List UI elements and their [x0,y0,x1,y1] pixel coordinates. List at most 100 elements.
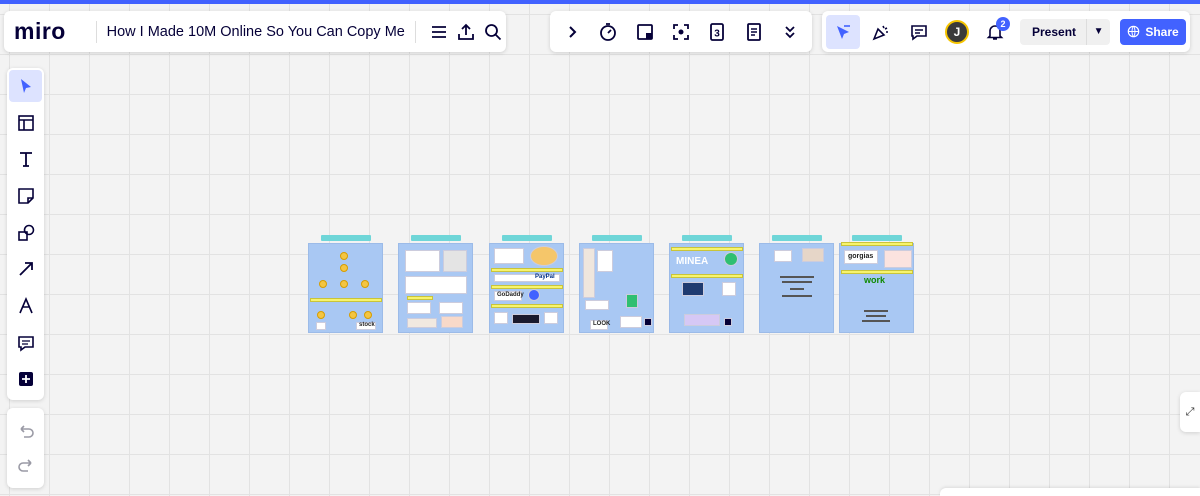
frame-5[interactable]: MINEA [669,243,744,333]
logo-thumbnail [528,289,540,301]
diagram-node [340,264,348,272]
diagram-node [364,311,372,319]
section-bar [841,242,913,246]
section-bar [407,296,433,300]
sticky-upload-icon[interactable] [628,15,662,49]
minimap-toggle-icon[interactable]: ⤢ [1180,392,1200,432]
text-line [866,315,886,317]
image-thumbnail [439,302,463,314]
logo-thumbnail: LOOK [590,320,611,330]
logo-thumbnail [316,322,326,330]
frame-2[interactable] [398,243,473,333]
section-bar [491,304,563,308]
section-bar [310,298,382,302]
chevron-right-icon[interactable] [555,15,589,49]
logo-text: gorgias [848,253,874,260]
search-icon[interactable] [479,15,506,49]
diagram-node [317,311,325,319]
diagram-node [340,252,348,260]
text-line [782,295,812,297]
image-thumbnail [544,312,558,324]
creation-toolbar [7,68,44,400]
divider [95,20,97,43]
history-panel [7,408,44,488]
frame-1[interactable]: stock [308,243,383,333]
logo-thumbnail: work [862,275,892,286]
image-thumbnail [682,282,704,296]
image-thumbnail [407,302,431,314]
frame-7-title[interactable] [852,235,902,241]
frame-6[interactable] [759,243,834,333]
logo-thumbnail [774,250,792,262]
icon-thumbnail [724,318,732,326]
image-thumbnail [405,276,467,294]
board-header-panel: miro How I Made 10M Online So You Can Co… [4,11,506,52]
redo-icon[interactable] [9,448,43,482]
image-thumbnail [494,248,524,264]
icon-thumbnail [644,318,652,326]
frame-1-title[interactable] [321,235,371,241]
notification-count-badge: 2 [996,16,1010,31]
share-button[interactable]: Share [1120,18,1187,45]
frame-5-title[interactable] [682,235,732,241]
notes-icon[interactable] [737,15,771,49]
text-icon[interactable] [9,143,42,175]
text-line [862,320,890,322]
avatar: J [945,19,969,44]
logo-text: work [864,275,886,285]
frame-3-title[interactable] [502,235,552,241]
image-thumbnail [583,248,595,298]
frame-2-title[interactable] [411,235,461,241]
present-button[interactable]: Present ▼ [1020,18,1111,45]
bottom-panel [940,488,1200,496]
logo-text: PayPal [535,274,555,280]
menu-icon[interactable] [426,15,453,49]
section-bar [671,274,743,278]
text-line [780,276,814,278]
notifications-button[interactable]: 2 [978,15,1012,49]
text-line [864,310,888,312]
select-icon[interactable] [9,70,42,103]
logo-thumbnail: MINEA [674,254,708,270]
diagram-node [349,311,357,319]
chart-thumbnail [530,246,558,266]
image-thumbnail [494,312,508,324]
logo-text: LOOK [593,321,611,327]
image-thumbnail [407,318,437,328]
logo-thumbnail: GoDaddy [494,291,524,301]
user-avatar-button[interactable]: J [940,15,974,49]
templates-icon[interactable] [9,107,42,139]
board-title[interactable]: How I Made 10M Online So You Can Copy Me [107,24,405,40]
frame-4-title[interactable] [592,235,642,241]
image-thumbnail [802,248,824,262]
image-thumbnail [443,250,467,272]
cursor-select-icon[interactable] [826,14,860,49]
image-thumbnail [684,314,720,326]
focus-icon[interactable] [664,15,698,49]
reactions-icon[interactable] [864,15,898,49]
export-icon[interactable] [452,15,479,49]
diagram-node [361,280,369,288]
chevron-down-icon[interactable]: ▼ [1086,18,1110,45]
add-icon[interactable] [9,363,42,395]
sticky-note-icon[interactable] [9,180,42,212]
timer-icon[interactable] [591,15,625,49]
frame-6-title[interactable] [772,235,822,241]
divider [414,20,416,43]
frame-7[interactable]: gorgias work [839,242,914,333]
chevron-double-down-icon[interactable] [773,15,807,49]
pen-icon[interactable] [9,290,42,322]
undo-icon[interactable] [9,414,43,448]
miro-logo: miro [14,18,66,44]
arrow-icon[interactable] [9,253,42,285]
frame-3[interactable]: PayPal GoDaddy [489,243,564,333]
countdown-value: 3 [714,28,720,39]
frame-4[interactable]: LOOK [579,243,654,333]
section-bar [491,268,563,272]
image-thumbnail [585,300,609,310]
shapes-icon[interactable] [9,217,42,249]
comment-icon[interactable] [9,327,42,359]
countdown-icon[interactable]: 3 [700,15,734,49]
chat-icon[interactable] [902,15,936,49]
diagram-node [340,280,348,288]
